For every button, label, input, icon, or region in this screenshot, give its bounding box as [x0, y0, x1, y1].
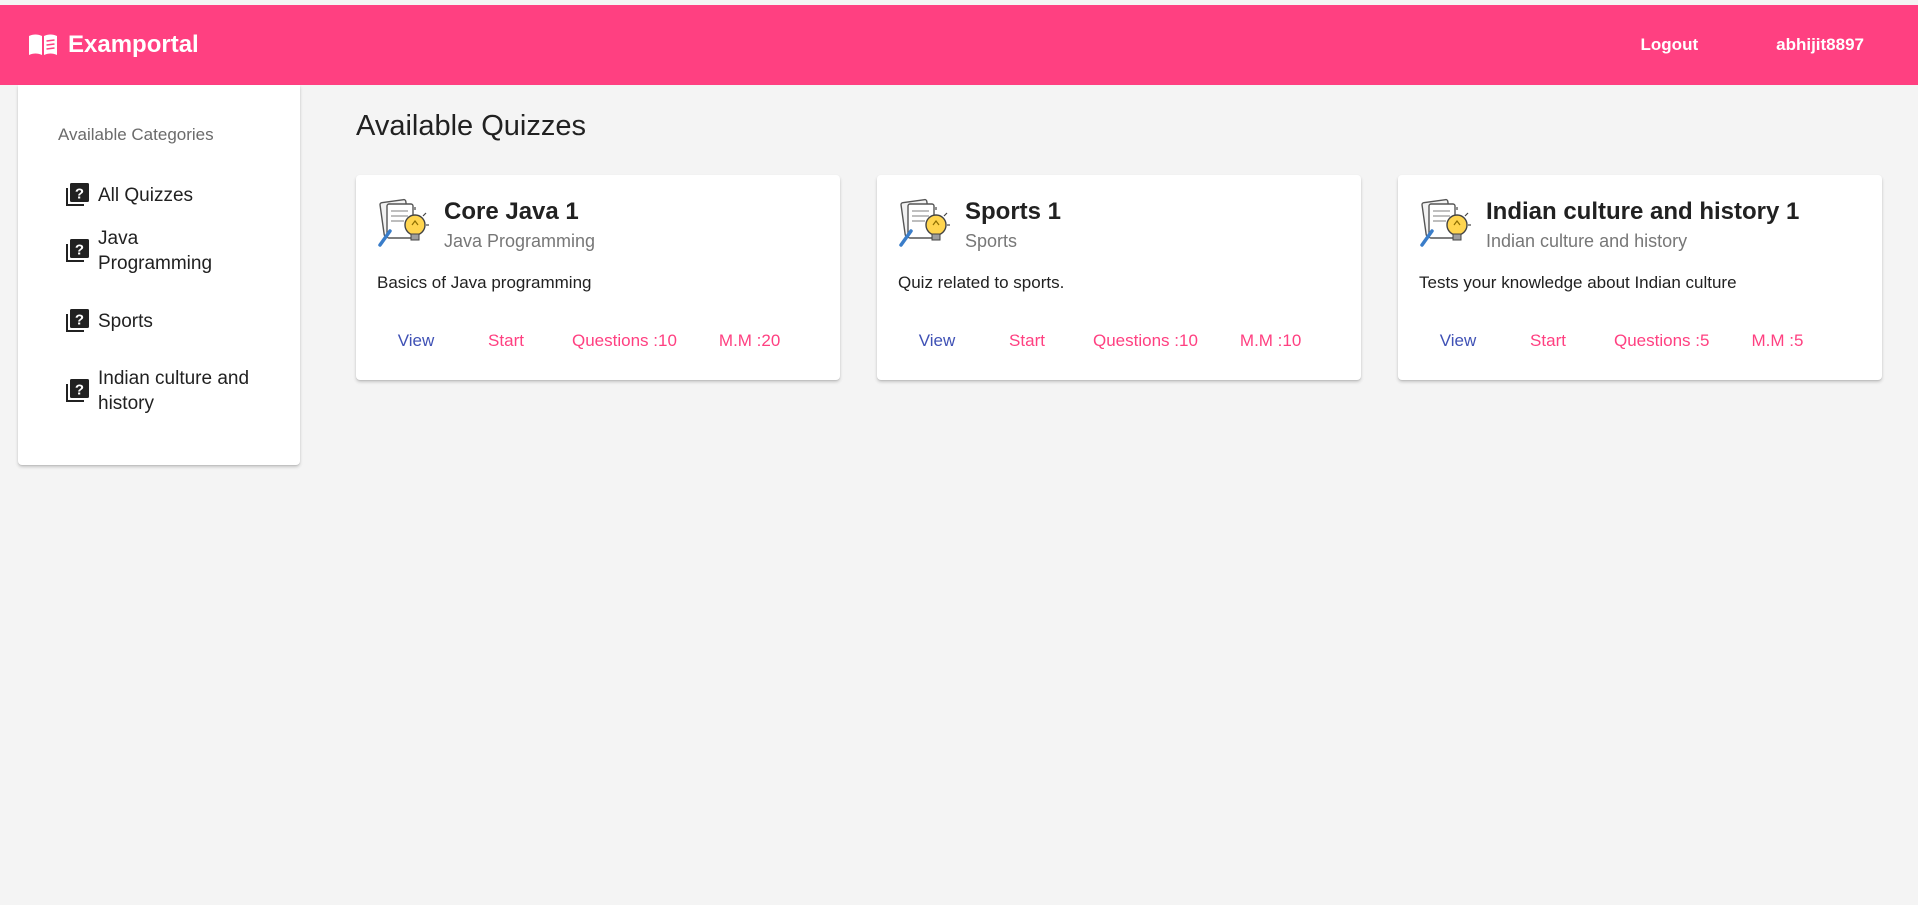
quiz-icon: ? [66, 309, 89, 332]
card-header: Sports 1 Sports [897, 195, 1061, 252]
quiz-category: Indian culture and history [1486, 231, 1688, 251]
sidebar-item-label: Java Programming [98, 228, 213, 274]
quiz-description: Quiz related to sports. [898, 273, 1065, 292]
top-toolbar: Examportal Logout abhijit8897 [0, 5, 1918, 85]
quiz-category: Java Programming [444, 231, 596, 251]
start-button[interactable]: Start [456, 325, 556, 357]
card-header: Indian culture and history 1 Indian cult… [1418, 195, 1799, 252]
quiz-title: Sports 1 [965, 198, 1062, 225]
sidebar-title: Available Categories [58, 125, 214, 144]
svg-text:?: ? [75, 312, 84, 329]
sidebar-item-label: All Quizzes [98, 184, 194, 206]
brand-title: Examportal [68, 31, 199, 58]
quiz-card: Sports 1 Sports Quiz related to sports. … [877, 175, 1361, 380]
view-button[interactable]: View [376, 325, 456, 357]
quiz-icon: ? [66, 183, 89, 206]
sidebar-item-sports[interactable]: ? Sports [18, 279, 300, 363]
start-button[interactable]: Start [977, 325, 1077, 357]
brand[interactable]: Examportal [28, 31, 199, 59]
view-button[interactable]: View [1418, 325, 1498, 357]
sidebar-item-java-programming[interactable]: ? Java Programming [18, 223, 300, 279]
quiz-card: Core Java 1 Java Programming Basics of J… [356, 175, 840, 380]
logout-button[interactable]: Logout [1625, 27, 1715, 63]
sidebar-item-indian-culture[interactable]: ? Indian culture and history [18, 363, 300, 419]
svg-text:?: ? [75, 382, 84, 399]
card-actions: View Start Questions :10 M.M :10 [897, 325, 1311, 357]
card-actions: View Start Questions :10 M.M :20 [376, 325, 790, 357]
questions-count-button[interactable]: Questions :10 [1083, 325, 1208, 357]
quiz-category: Sports [965, 231, 1018, 251]
username-button[interactable]: abhijit8897 [1760, 27, 1880, 63]
sidebar-item-all-quizzes[interactable]: ? All Quizzes [18, 167, 300, 223]
start-button[interactable]: Start [1498, 325, 1598, 357]
quiz-card: Indian culture and history 1 Indian cult… [1398, 175, 1882, 380]
menu-book-icon [29, 34, 57, 55]
quiz-lightbulb-icon [378, 198, 429, 247]
sidebar-item-label: Sports [98, 310, 153, 332]
quiz-lightbulb-icon [899, 198, 950, 247]
quiz-icon: ? [66, 379, 89, 402]
toolbar-actions: Logout abhijit8897 [1625, 27, 1880, 63]
view-button[interactable]: View [897, 325, 977, 357]
card-actions: View Start Questions :5 M.M :5 [1418, 325, 1813, 357]
quiz-icon: ? [66, 239, 89, 262]
quiz-title: Core Java 1 [444, 198, 579, 225]
max-marks-button[interactable]: M.M :5 [1741, 325, 1813, 357]
svg-text:?: ? [75, 242, 84, 259]
quiz-description: Basics of Java programming [377, 273, 592, 292]
questions-count-button[interactable]: Questions :5 [1604, 325, 1719, 357]
sidebar-item-label: Indian culture and history [98, 368, 250, 414]
quiz-lightbulb-icon [1420, 198, 1471, 247]
quiz-description: Tests your knowledge about Indian cultur… [1419, 273, 1737, 292]
questions-count-button[interactable]: Questions :10 [562, 325, 687, 357]
page-title: Available Quizzes [356, 110, 586, 142]
quiz-title: Indian culture and history 1 [1486, 198, 1800, 225]
max-marks-button[interactable]: M.M :10 [1230, 325, 1311, 357]
categories-sidebar: Available Categories ? All Quizzes ? Jav… [18, 85, 300, 465]
svg-text:?: ? [75, 186, 84, 203]
max-marks-button[interactable]: M.M :20 [709, 325, 790, 357]
card-header: Core Java 1 Java Programming [376, 195, 595, 252]
